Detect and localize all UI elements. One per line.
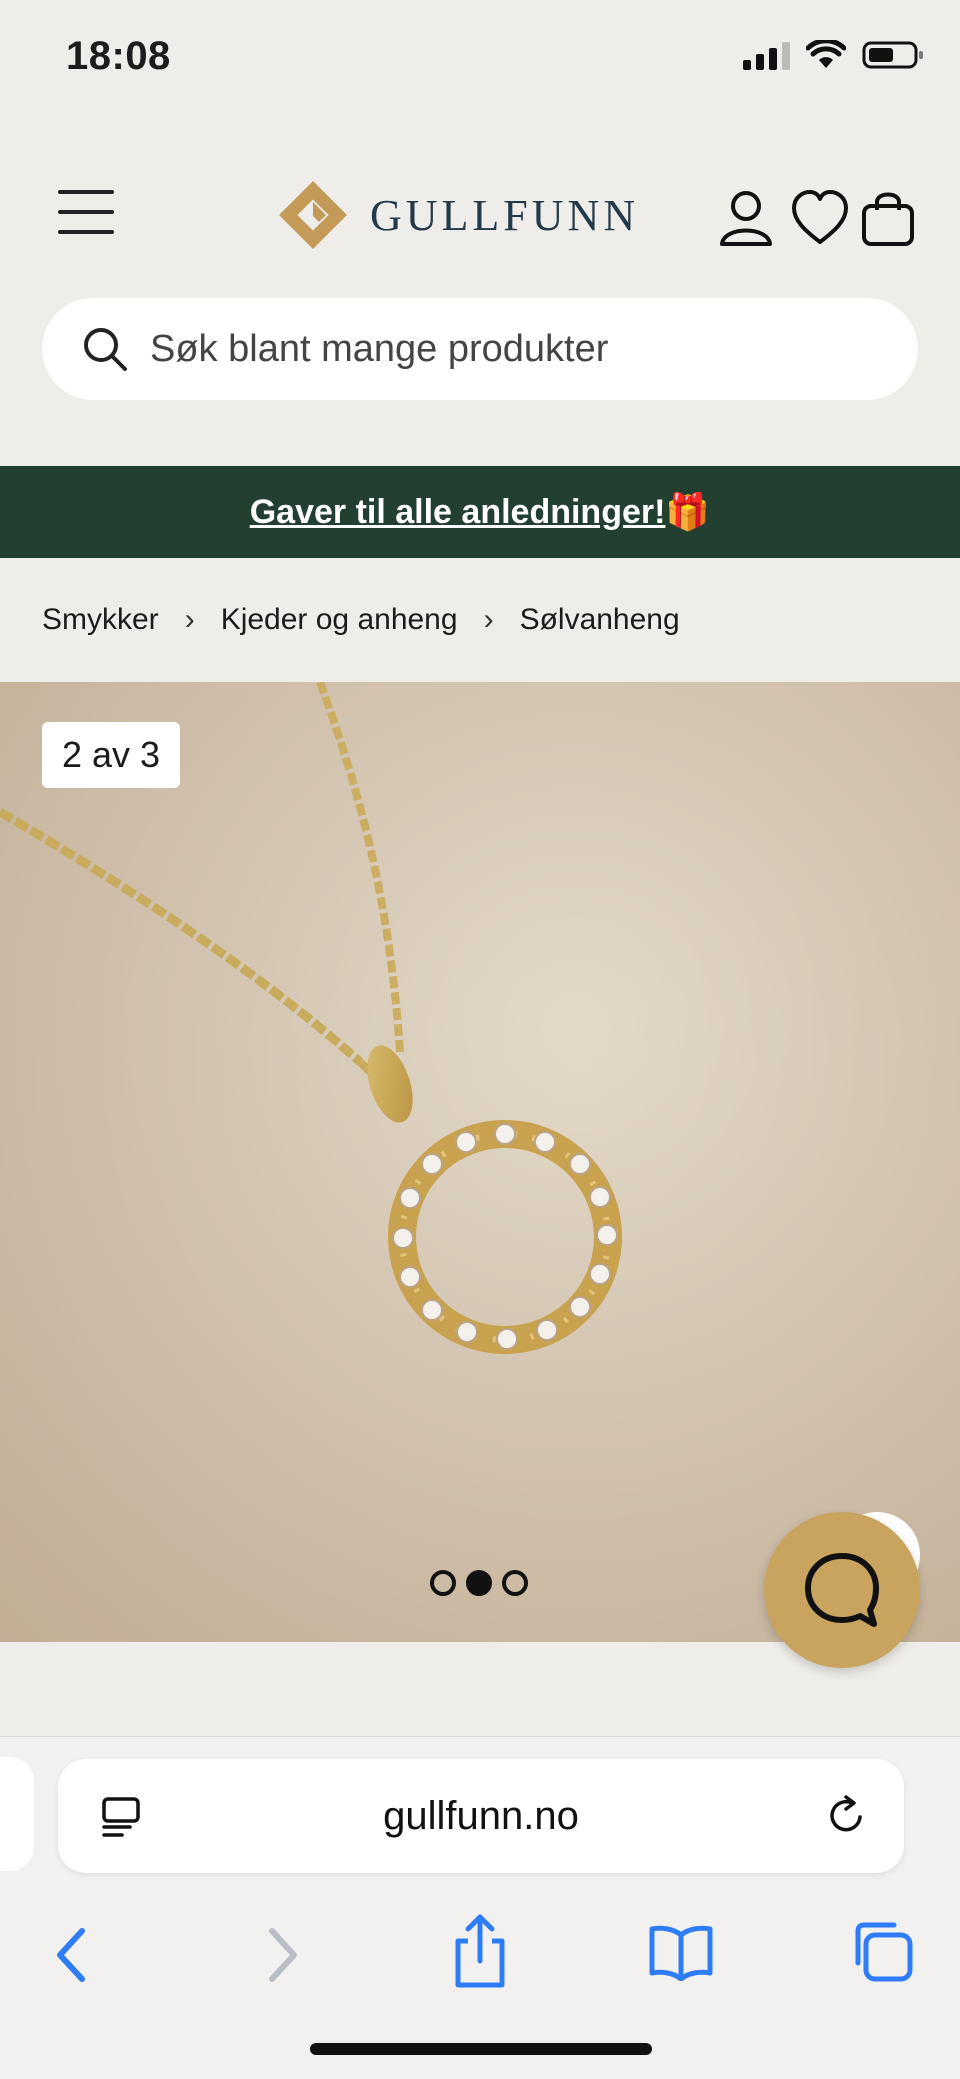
chat-button[interactable] (764, 1512, 920, 1668)
breadcrumb-item-smykker[interactable]: Smykker (42, 603, 159, 637)
previous-tab-peek[interactable] (0, 1757, 34, 1871)
breadcrumb-item-solvanheng[interactable]: Sølvanheng (520, 603, 680, 637)
carousel-dots (430, 1570, 528, 1596)
promo-banner: Gaver til alle anledninger! 🎁 (0, 466, 960, 558)
browser-toolbar: gullfunn.no (0, 1736, 960, 2079)
carousel-dot-1[interactable] (430, 1570, 456, 1596)
status-time: 18:08 (66, 34, 171, 78)
gullfunn-logo-icon (279, 181, 347, 249)
address-bar[interactable]: gullfunn.no (58, 1759, 904, 1873)
logo[interactable]: GULLFUNN (272, 174, 639, 256)
battery-icon (862, 41, 923, 69)
cellular-signal-icon (743, 40, 790, 70)
url-text: gullfunn.no (383, 1793, 579, 1838)
browser-nav-row (0, 1907, 960, 2007)
reload-icon[interactable] (824, 1793, 868, 1839)
share-icon[interactable] (450, 1911, 510, 1991)
wishlist-heart-icon[interactable] (790, 188, 850, 248)
tabs-icon[interactable] (850, 1919, 914, 1983)
forward-icon[interactable] (262, 1925, 302, 1985)
breadcrumb: Smykker › Kjeder og anheng › Sølvanheng (0, 558, 960, 682)
home-indicator[interactable] (310, 2043, 652, 2055)
chevron-right-icon: › (483, 603, 494, 636)
bookmarks-icon[interactable] (648, 1923, 714, 1981)
carousel-dot-2[interactable] (466, 1570, 492, 1596)
back-icon[interactable] (52, 1925, 92, 1985)
promo-link[interactable]: Gaver til alle anledninger! (250, 493, 666, 532)
product-photo (0, 682, 960, 1642)
image-counter: 2 av 3 (42, 722, 181, 788)
chat-bubble-icon (805, 1553, 879, 1627)
site-header: GULLFUNN (0, 116, 960, 466)
chevron-right-icon: › (184, 603, 195, 636)
account-icon[interactable] (716, 188, 776, 248)
breadcrumb-item-kjeder-og-anheng[interactable]: Kjeder og anheng (221, 603, 458, 637)
status-bar: 18:08 (0, 0, 960, 116)
wifi-icon (806, 40, 846, 68)
logo-text: GULLFUNN (370, 190, 640, 240)
search-bar[interactable] (42, 298, 918, 400)
menu-button[interactable] (58, 190, 114, 240)
search-input[interactable] (150, 327, 870, 371)
shopping-bag-icon[interactable] (860, 188, 916, 248)
product-image-gallery[interactable]: 2 av 3 (0, 682, 960, 1642)
status-icons (743, 40, 924, 70)
search-icon (84, 328, 127, 371)
carousel-dot-3[interactable] (502, 1570, 528, 1596)
gift-icon: 🎁 (665, 491, 711, 532)
